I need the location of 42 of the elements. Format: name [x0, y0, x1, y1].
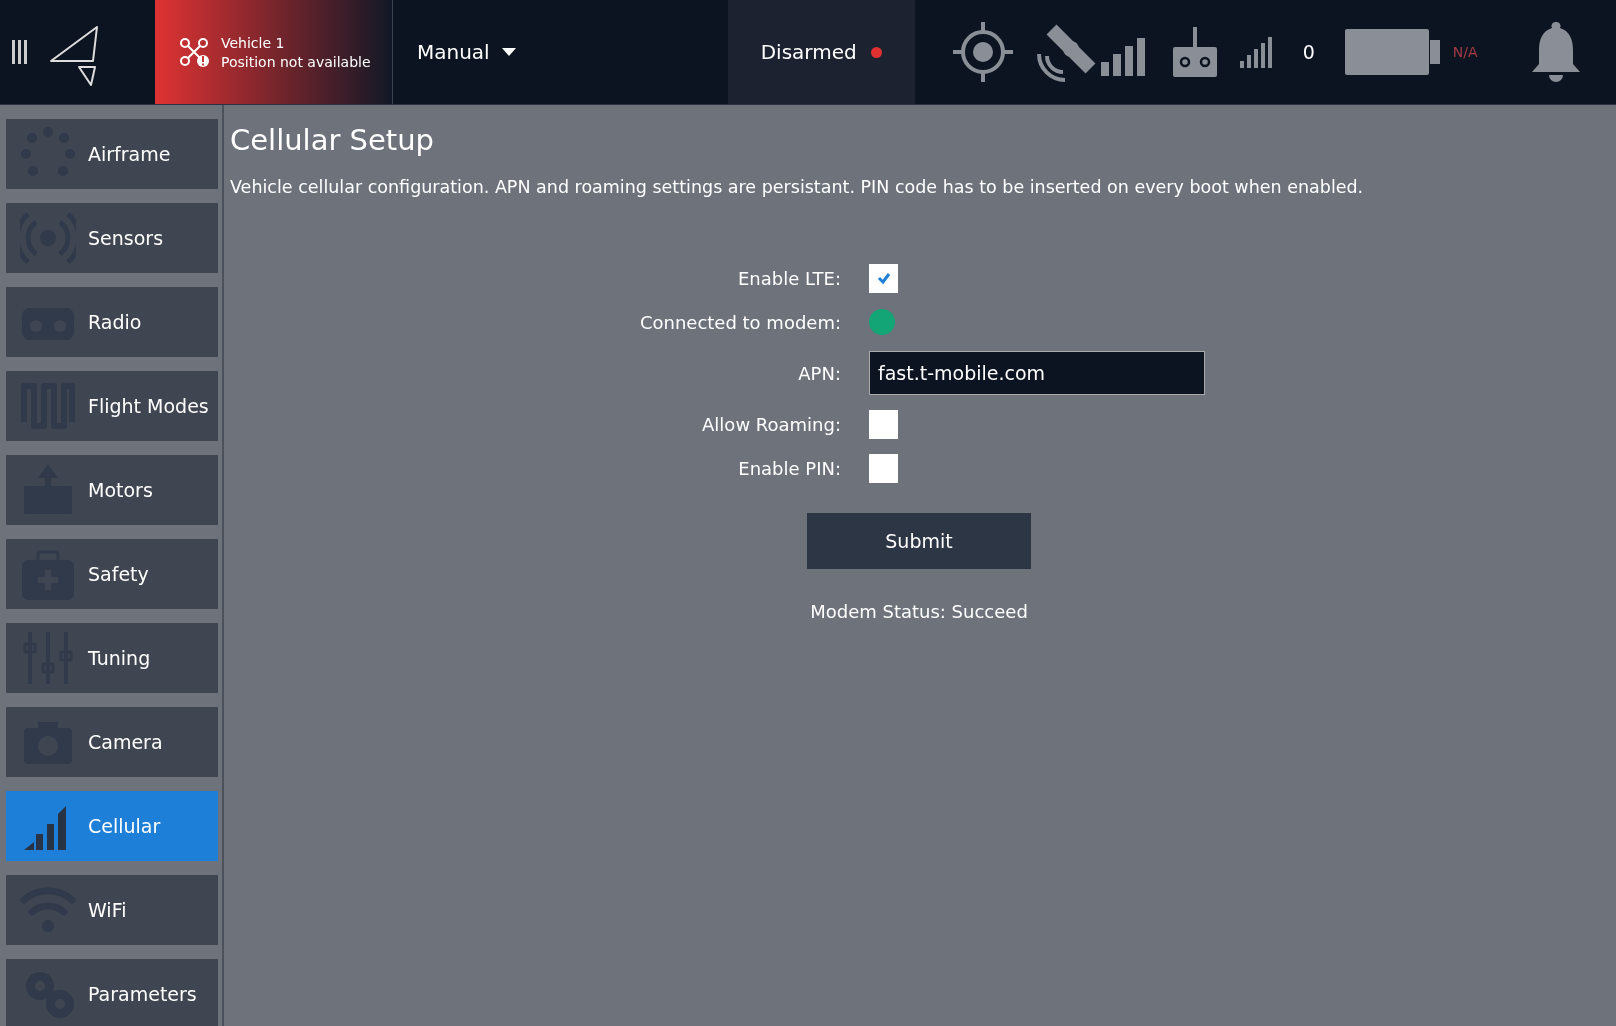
field-label: APN: — [797, 362, 841, 384]
battery-reading: N/A — [1452, 44, 1478, 60]
rc-rssi-value: 0 — [1302, 41, 1315, 63]
sidebar-item[interactable]: Flight Modes — [6, 371, 218, 441]
paper-plane-icon[interactable] — [49, 25, 101, 87]
sidebar-item[interactable]: Airframe — [6, 119, 218, 189]
bell-icon[interactable] — [1529, 20, 1582, 84]
field-label: Connected to modem: — [638, 311, 841, 333]
sidebar-item[interactable]: Safety — [6, 539, 218, 609]
field-label: Allow Roaming: — [701, 413, 841, 435]
sidebar-item[interactable]: Parameters — [6, 959, 218, 1026]
menu-icon[interactable] — [11, 38, 29, 66]
field-label: Enable LTE: — [736, 267, 841, 289]
apn-input[interactable]: fast.t-mobile.com — [869, 351, 1205, 395]
gps-crosshair-icon[interactable] — [950, 20, 1015, 84]
page-description: Vehicle cellular configuration. APN and roaming settings are persistant. PIN code has to be inserted on every boot when enabled. — [230, 177, 1365, 197]
vehicle-name: Vehicle 1 — [221, 34, 286, 51]
drone-warning-icon — [179, 37, 209, 67]
modem-status-text: Modem Status: Succeed — [809, 601, 1029, 622]
sidebar-item[interactable]: Sensors — [6, 203, 218, 273]
sidebar-item[interactable]: WiFi — [6, 875, 218, 945]
submit-button[interactable]: Submit — [807, 513, 1031, 569]
checkbox[interactable] — [869, 453, 898, 483]
arm-status-label: Disarmed — [760, 40, 857, 64]
sidebar-item[interactable]: Cellular — [6, 791, 218, 861]
sidebar-item[interactable]: Camera — [6, 707, 218, 777]
sidebar-item[interactable]: Radio — [6, 287, 218, 357]
battery-icon[interactable] — [1344, 27, 1441, 77]
arm-status-panel[interactable]: Disarmed — [727, 0, 915, 104]
caret-icon — [501, 48, 516, 56]
sidebar-item[interactable]: Tuning — [6, 623, 218, 693]
vehicle-status-panel[interactable]: Vehicle 1 Position not available — [155, 0, 393, 104]
rc-transmitter-icon[interactable] — [1170, 25, 1219, 79]
flight-mode-dropdown[interactable]: Manual — [417, 40, 516, 64]
signal-bars-icon[interactable] — [1238, 35, 1273, 69]
checkbox[interactable] — [869, 263, 898, 293]
checkmark-icon — [875, 270, 892, 286]
vehicle-status-text: Position not available — [221, 53, 371, 70]
checkbox[interactable] — [869, 409, 898, 439]
page-title: Cellular Setup — [230, 123, 435, 157]
sidebar-item[interactable]: Motors — [6, 455, 218, 525]
field-label: Enable PIN: — [737, 457, 841, 479]
